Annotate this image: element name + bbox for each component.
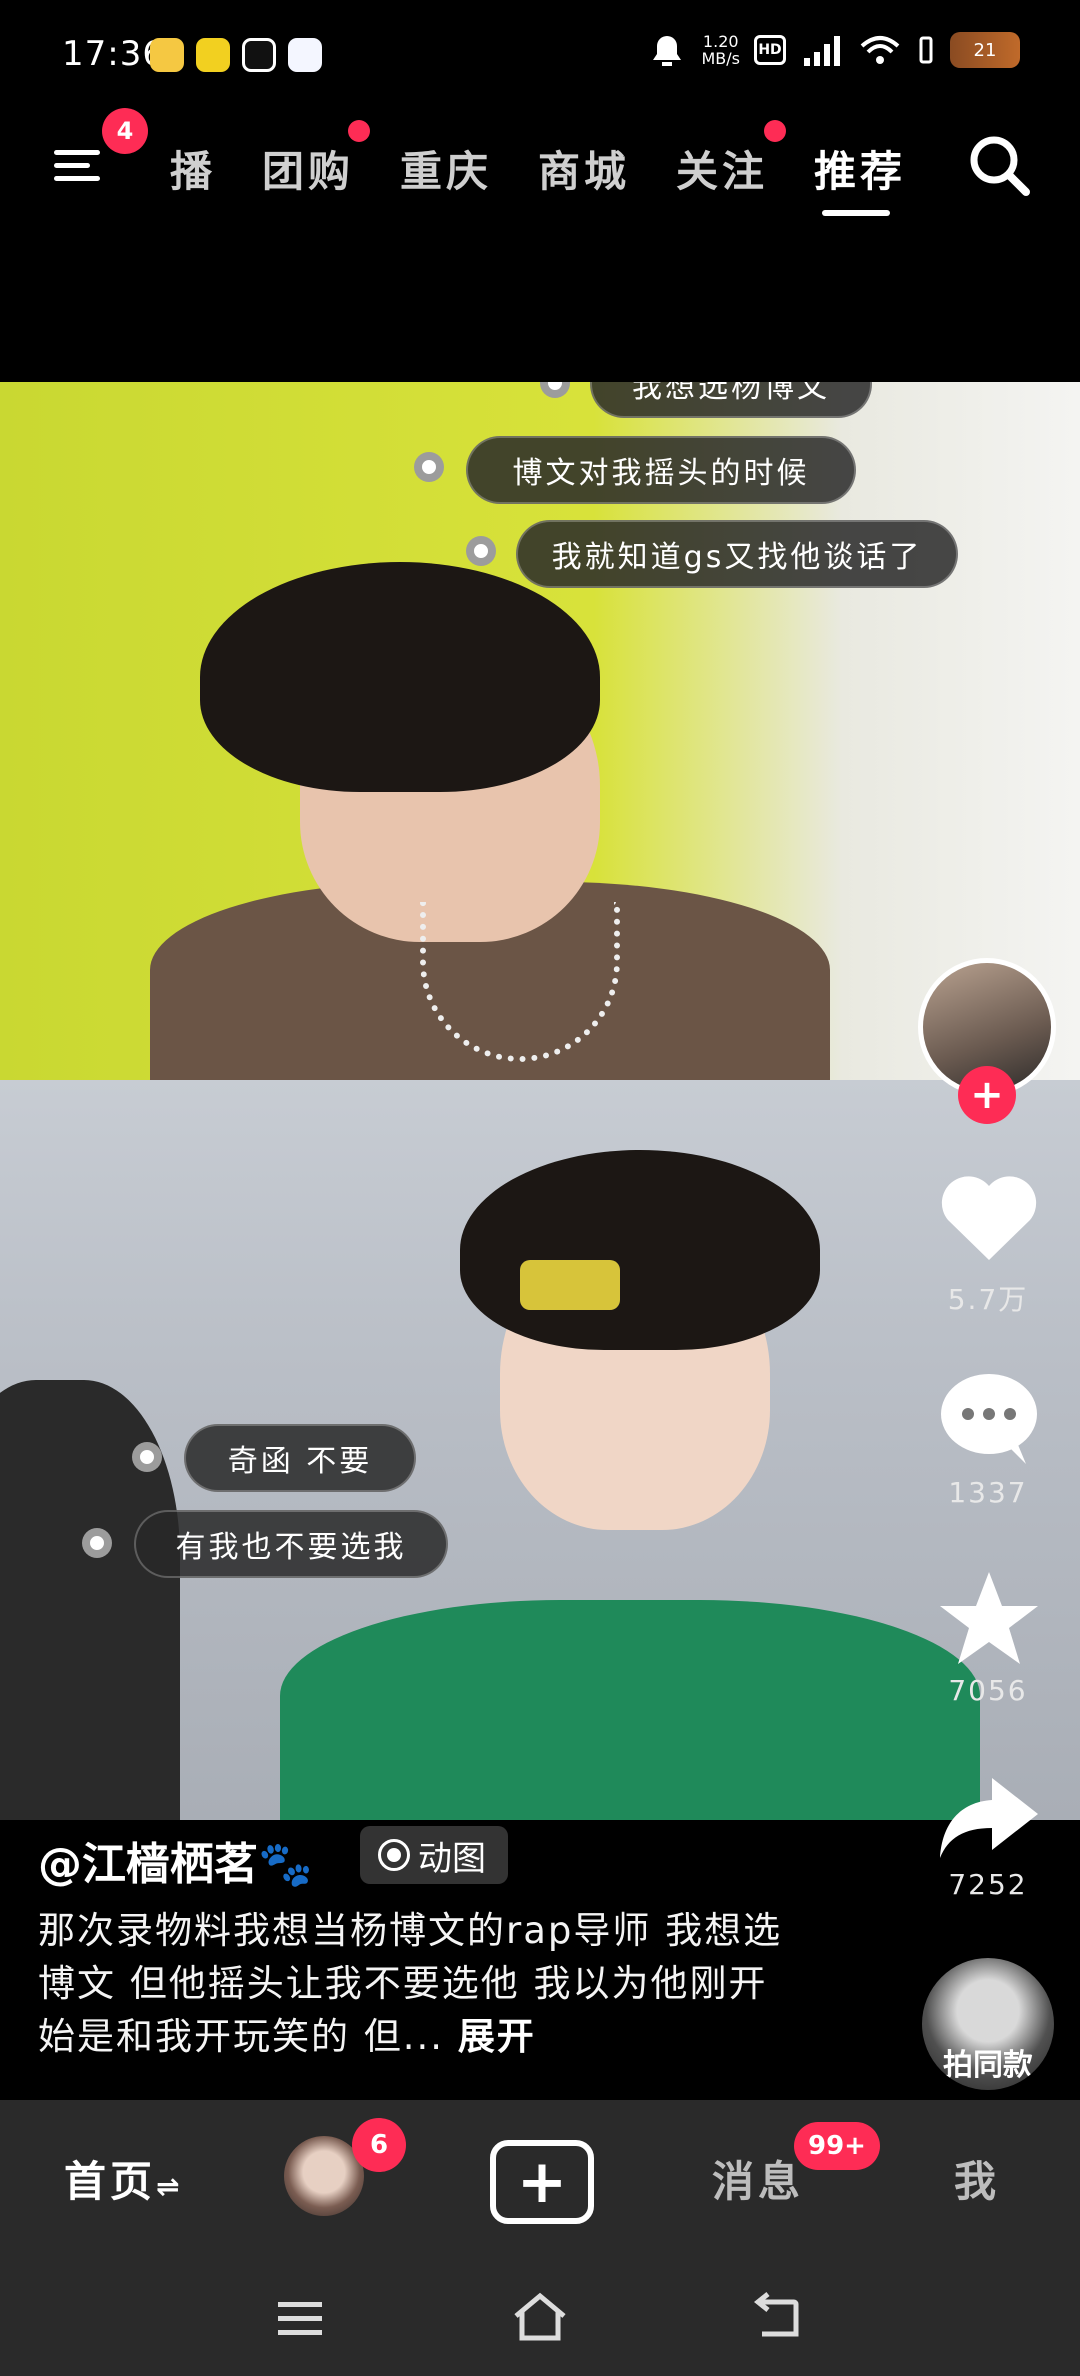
app-icon-white	[242, 38, 276, 72]
menu-icon[interactable]	[52, 140, 102, 190]
alarm-icon	[653, 36, 682, 66]
heart-icon[interactable]	[934, 1168, 1044, 1268]
tab-mall[interactable]: 商城	[538, 138, 630, 199]
bubble-marker	[132, 1442, 162, 1472]
refresh-icon: ⇌	[156, 2170, 184, 2203]
tab-home-label: 首页	[64, 2157, 157, 2206]
animated-tag-icon	[378, 1839, 410, 1871]
wifi-icon	[860, 36, 900, 64]
same-style-button[interactable]: 拍同款	[922, 1958, 1054, 2090]
video-description[interactable]: 那次录物料我想当杨博文的rap导师 我想选博文 但他摇头让我不要选他 我以为他刚…	[38, 1904, 798, 2063]
status-right: 1.20 MB/s HD 21	[647, 32, 1020, 68]
person-hair-2	[460, 1150, 820, 1350]
tab-group-buy-dot	[348, 120, 370, 142]
comment-count: 1337	[948, 1476, 1028, 1509]
comment-icon[interactable]	[934, 1368, 1044, 1468]
favorite-count: 7056	[948, 1674, 1028, 1707]
tab-messages[interactable]: 消息	[712, 2148, 804, 2209]
share-count: 7252	[948, 1868, 1028, 1901]
tab-me[interactable]: 我	[954, 2148, 1000, 2209]
net-speed: 1.20 MB/s	[701, 33, 740, 67]
description-text: 那次录物料我想当杨博文的rap导师 我想选博文 但他摇头让我不要选他 我以为他刚…	[38, 1909, 783, 2058]
back-icon[interactable]	[750, 2288, 810, 2348]
app-icon-yellow	[196, 38, 230, 72]
tab-group-buy[interactable]: 团购	[262, 138, 354, 199]
top-nav: 播 团购 重庆 商城 关注 推荐	[0, 120, 1080, 220]
menu-badge: 4	[102, 108, 148, 154]
tab-home[interactable]: 首页⇌	[64, 2148, 183, 2209]
battery-indicator: 21	[950, 32, 1020, 68]
comment-bubble: 奇函 不要	[184, 1424, 416, 1492]
comment-bubble: 有我也不要选我	[134, 1510, 448, 1578]
create-button[interactable]: +	[490, 2140, 594, 2224]
bottom-tab-bar: 首页⇌ 6 + 消息 99+ 我	[0, 2100, 1080, 2258]
star-icon[interactable]	[934, 1568, 1044, 1668]
net-speed-value: 1.20	[702, 32, 739, 51]
signal-icon	[804, 36, 840, 66]
like-count: 5.7万	[947, 1283, 1029, 1316]
net-speed-unit: MB/s	[701, 49, 740, 68]
status-bar: 17:36 1.20 MB/s HD 21	[0, 0, 1080, 110]
tab-following[interactable]: 关注	[676, 138, 768, 199]
share-icon[interactable]	[934, 1768, 1044, 1868]
comment-bubble: 我想选杨博文	[590, 382, 872, 418]
status-app-icons	[150, 38, 322, 72]
hd-badge: HD	[754, 35, 786, 65]
system-nav-bar	[0, 2258, 1080, 2376]
recent-apps-icon[interactable]	[270, 2288, 330, 2348]
tab-chongqing[interactable]: 重庆	[400, 138, 492, 199]
same-style-label: 拍同款	[943, 2048, 1033, 2083]
headband	[520, 1260, 620, 1310]
bubble-marker	[466, 536, 496, 566]
expand-link[interactable]: 展开	[458, 2015, 536, 2058]
video-frame-bottom	[0, 1080, 1080, 1820]
tab-recommended[interactable]: 推荐	[814, 138, 906, 199]
vibrate-icon	[919, 36, 933, 64]
tab-live[interactable]: 播	[170, 138, 216, 199]
search-icon[interactable]	[964, 130, 1034, 200]
friends-badge: 6	[352, 2118, 406, 2172]
weibo-icon	[150, 38, 184, 72]
home-icon[interactable]	[510, 2288, 570, 2348]
comment-bubble: 我就知道gs又找他谈话了	[516, 520, 958, 588]
comment-bubble: 博文对我摇头的时候	[466, 436, 856, 504]
person-hair	[200, 562, 600, 792]
active-tab-underline	[822, 210, 890, 216]
follow-button[interactable]: +	[958, 1066, 1016, 1124]
app-icon-blue	[288, 38, 322, 72]
tab-following-dot	[764, 120, 786, 142]
bubble-marker	[82, 1528, 112, 1558]
person-jersey	[280, 1600, 980, 1820]
bubble-marker	[414, 452, 444, 482]
tag-label: 动图	[418, 1838, 486, 1879]
author-name[interactable]: @江樯栖茗🐾	[38, 1828, 313, 1892]
messages-badge: 99+	[794, 2122, 880, 2170]
tag-chip[interactable]: 动图	[360, 1826, 508, 1884]
video-player[interactable]: 我想选杨博文 博文对我摇头的时候 我就知道gs又找他谈话了 奇函 不要 有我也不…	[0, 382, 1080, 1820]
